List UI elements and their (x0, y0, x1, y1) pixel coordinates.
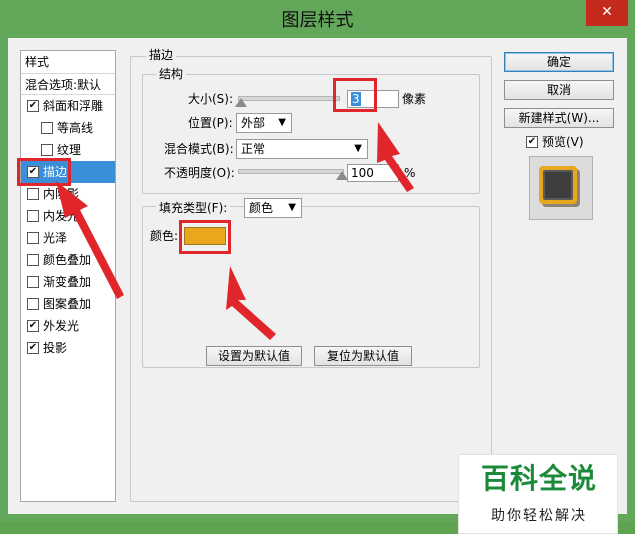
close-button[interactable]: ✕ (586, 0, 628, 26)
arrow-to-size-input (377, 122, 414, 192)
close-icon: ✕ (601, 4, 613, 20)
title-bar[interactable]: 图层样式 ✕ (0, 0, 635, 38)
dialog-body: 样式 混合选项:默认 ✔斜面和浮雕等高线纹理✔描边内阴影内发光光泽颜色叠加渐变叠… (8, 38, 627, 534)
arrow-to-color-swatch (226, 266, 276, 340)
layer-style-dialog: 图层样式 ✕ 样式 混合选项:默认 ✔斜面和浮雕等高线纹理✔描边内阴影内发光光泽… (0, 0, 635, 534)
arrow-to-stroke-item (56, 181, 124, 299)
dialog-title: 图层样式 (281, 10, 354, 31)
annotation-arrows (56, 122, 414, 340)
